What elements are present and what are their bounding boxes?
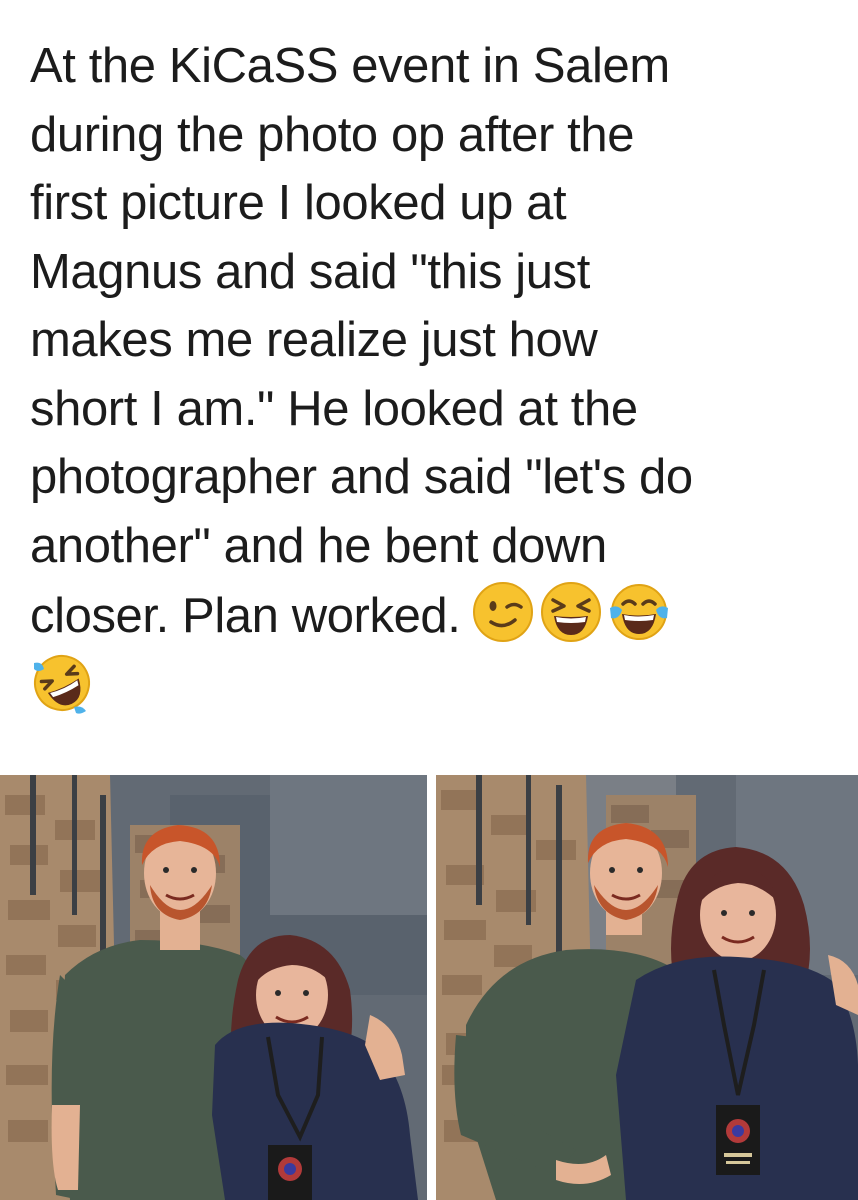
post-line: makes me realize just how [30,313,598,367]
photo-op-second-image [436,775,858,1200]
post-line: At the KiCaSS event in Salem [30,39,670,93]
post-line-with-emojis: closer. Plan worked. [30,580,840,651]
post-line: photographer and said "let's do [30,450,693,504]
photo-grid [0,775,858,1200]
post-line: Magnus and said "this just [30,244,590,299]
face-with-tears-of-joy-icon [609,584,668,640]
post-line-emoji-row [30,651,840,722]
photo-op-first[interactable] [0,775,427,1200]
post-line: short I am." He looked at the [30,381,638,436]
grinning-squinting-face-icon [540,582,601,642]
post-line: during the photo op after the [30,107,635,162]
post-line: closer. Plan worked. [30,589,461,643]
post-line: another" and he bent down [30,518,607,573]
post-line: first picture I looked up at [30,176,567,230]
rolling-on-floor-laughing-icon [34,654,90,714]
photo-op-first-image [0,775,427,1200]
winking-face-icon [472,582,533,642]
post-text: At the KiCaSS event in Salem during the … [30,32,840,721]
photo-op-second[interactable] [436,775,858,1200]
